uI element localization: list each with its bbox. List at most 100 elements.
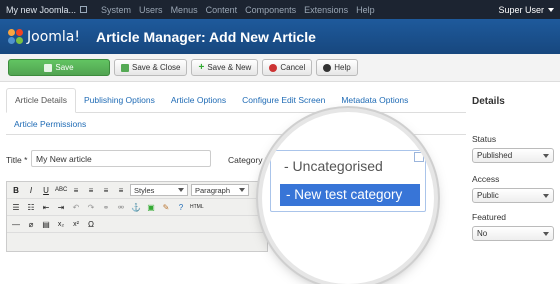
tab-publishing-options[interactable]: Publishing Options <box>76 88 163 113</box>
chevron-down-icon <box>543 231 549 236</box>
unlink-icon[interactable]: ⚮ <box>115 203 127 212</box>
menu-menus[interactable]: Menus <box>171 5 198 15</box>
editor-toolbar-row-3: — ⌀ ▤ x₂ x² Ω <box>7 216 267 233</box>
plus-icon: + <box>198 62 205 73</box>
link-icon[interactable]: ⚭ <box>100 203 112 212</box>
redo-icon[interactable]: ↷ <box>85 203 97 212</box>
title-label: Title * <box>6 155 28 165</box>
undo-icon[interactable]: ↶ <box>70 203 82 212</box>
cancel-button[interactable]: Cancel <box>262 59 313 76</box>
styles-select[interactable]: Styles <box>130 184 188 196</box>
page-header: Joomla! Article Manager: Add New Article <box>0 19 560 54</box>
bold-icon[interactable]: B <box>10 186 22 195</box>
save-close-label: Save & Close <box>132 63 181 72</box>
outdent-icon[interactable]: ⇤ <box>40 203 52 212</box>
menu-components[interactable]: Components <box>245 5 296 15</box>
category-option-new-test[interactable]: - New test category <box>280 184 420 206</box>
align-center-icon[interactable]: ≡ <box>85 186 97 195</box>
magnifier-lens: - Uncategorised - New test category <box>262 112 434 284</box>
cleanup-icon[interactable]: ✎ <box>160 203 172 212</box>
chevron-down-icon <box>239 188 245 192</box>
horizontal-rule-icon[interactable]: — <box>10 220 22 229</box>
html-icon[interactable]: HTML <box>190 204 204 210</box>
superscript-icon[interactable]: x² <box>70 221 82 228</box>
help-icon[interactable]: ? <box>175 203 187 212</box>
tab-configure-edit-screen[interactable]: Configure Edit Screen <box>234 88 333 113</box>
joomla-logo: Joomla! <box>8 28 80 45</box>
check-icon <box>121 63 129 72</box>
tab-row: Article Details Publishing Options Artic… <box>6 87 466 113</box>
category-label: Category * <box>228 155 269 165</box>
table-icon[interactable]: ▤ <box>40 220 52 229</box>
site-link[interactable]: My new Joomla... <box>6 5 88 15</box>
tab-metadata-options[interactable]: Metadata Options <box>333 88 416 113</box>
access-select[interactable]: Public <box>472 188 554 203</box>
admin-menu: System Users Menus Content Components Ex… <box>101 5 375 15</box>
chevron-down-icon <box>178 188 184 192</box>
save-label: Save <box>55 63 74 72</box>
logo-text: Joomla! <box>27 28 80 45</box>
menu-extensions[interactable]: Extensions <box>304 5 348 15</box>
featured-label: Featured <box>472 212 507 222</box>
menu-help[interactable]: Help <box>356 5 375 15</box>
cancel-icon <box>269 63 278 72</box>
special-char-icon[interactable]: Ω <box>85 220 97 229</box>
status-field: Status Published <box>472 134 554 163</box>
paragraph-value: Paragraph <box>195 185 231 195</box>
tab-article-options[interactable]: Article Options <box>163 88 234 113</box>
save-close-button[interactable]: Save & Close <box>114 59 188 76</box>
editor-toolbar-row-1: B I U ABC ≡ ≡ ≡ ≡ Styles Paragraph <box>7 182 267 199</box>
site-name[interactable]: My new Joomla... <box>6 5 76 15</box>
align-justify-icon[interactable]: ≡ <box>115 186 127 195</box>
chevron-down-icon <box>548 7 554 12</box>
featured-select[interactable]: No <box>472 226 554 241</box>
subscript-icon[interactable]: x₂ <box>55 221 67 228</box>
remove-format-icon[interactable]: ⌀ <box>25 220 37 229</box>
image-icon[interactable]: ▣ <box>145 203 157 212</box>
paragraph-select[interactable]: Paragraph <box>191 184 249 196</box>
title-input[interactable]: My New article <box>31 150 211 167</box>
user-menu[interactable]: Super User <box>498 5 554 15</box>
chevron-down-icon <box>543 153 549 158</box>
page-title: Article Manager: Add New Article <box>95 28 316 45</box>
strikethrough-icon[interactable]: ABC <box>55 187 67 193</box>
anchor-icon[interactable]: ⚓ <box>130 203 142 212</box>
menu-system[interactable]: System <box>101 5 131 15</box>
tab-article-details[interactable]: Article Details <box>6 87 76 113</box>
save-button[interactable]: Save <box>8 59 110 76</box>
save-new-label: Save & New <box>207 63 252 72</box>
align-right-icon[interactable]: ≡ <box>100 186 112 195</box>
numbered-list-icon[interactable]: ☷ <box>25 203 37 212</box>
admin-top-bar: My new Joomla... System Users Menus Cont… <box>0 0 560 19</box>
italic-icon[interactable]: I <box>25 186 37 195</box>
help-icon <box>323 63 332 72</box>
featured-field: Featured No <box>472 212 554 241</box>
chevron-down-icon <box>543 193 549 198</box>
cancel-label: Cancel <box>280 63 306 72</box>
align-left-icon[interactable]: ≡ <box>70 186 82 195</box>
styles-value: Styles <box>134 185 155 195</box>
help-label: Help <box>334 63 351 72</box>
joomla-logo-icon <box>8 28 24 45</box>
details-heading: Details <box>472 96 505 107</box>
menu-content[interactable]: Content <box>206 5 238 15</box>
status-label: Status <box>472 134 497 144</box>
access-value: Public <box>477 191 499 200</box>
access-field: Access Public <box>472 174 554 203</box>
menu-users[interactable]: Users <box>139 5 163 15</box>
category-option-uncategorised[interactable]: - Uncategorised <box>284 158 383 174</box>
underline-icon[interactable]: U <box>40 186 52 195</box>
tab-article-permissions[interactable]: Article Permissions <box>6 113 94 135</box>
user-name[interactable]: Super User <box>498 5 544 15</box>
bullet-list-icon[interactable]: ☰ <box>10 203 22 212</box>
article-editor: B I U ABC ≡ ≡ ≡ ≡ Styles Paragraph ☰ ☷ ⇤… <box>6 181 268 252</box>
access-label: Access <box>472 174 500 184</box>
save-new-button[interactable]: + Save & New <box>191 59 259 76</box>
indent-icon[interactable]: ⇥ <box>55 203 67 212</box>
external-link-icon <box>80 6 88 13</box>
editor-toolbar-row-2: ☰ ☷ ⇤ ⇥ ↶ ↷ ⚭ ⚮ ⚓ ▣ ✎ ? HTML <box>7 199 267 216</box>
status-select[interactable]: Published <box>472 148 554 163</box>
status-value: Published <box>477 151 513 160</box>
chevron-down-icon <box>414 152 424 162</box>
help-button[interactable]: Help <box>316 59 358 76</box>
